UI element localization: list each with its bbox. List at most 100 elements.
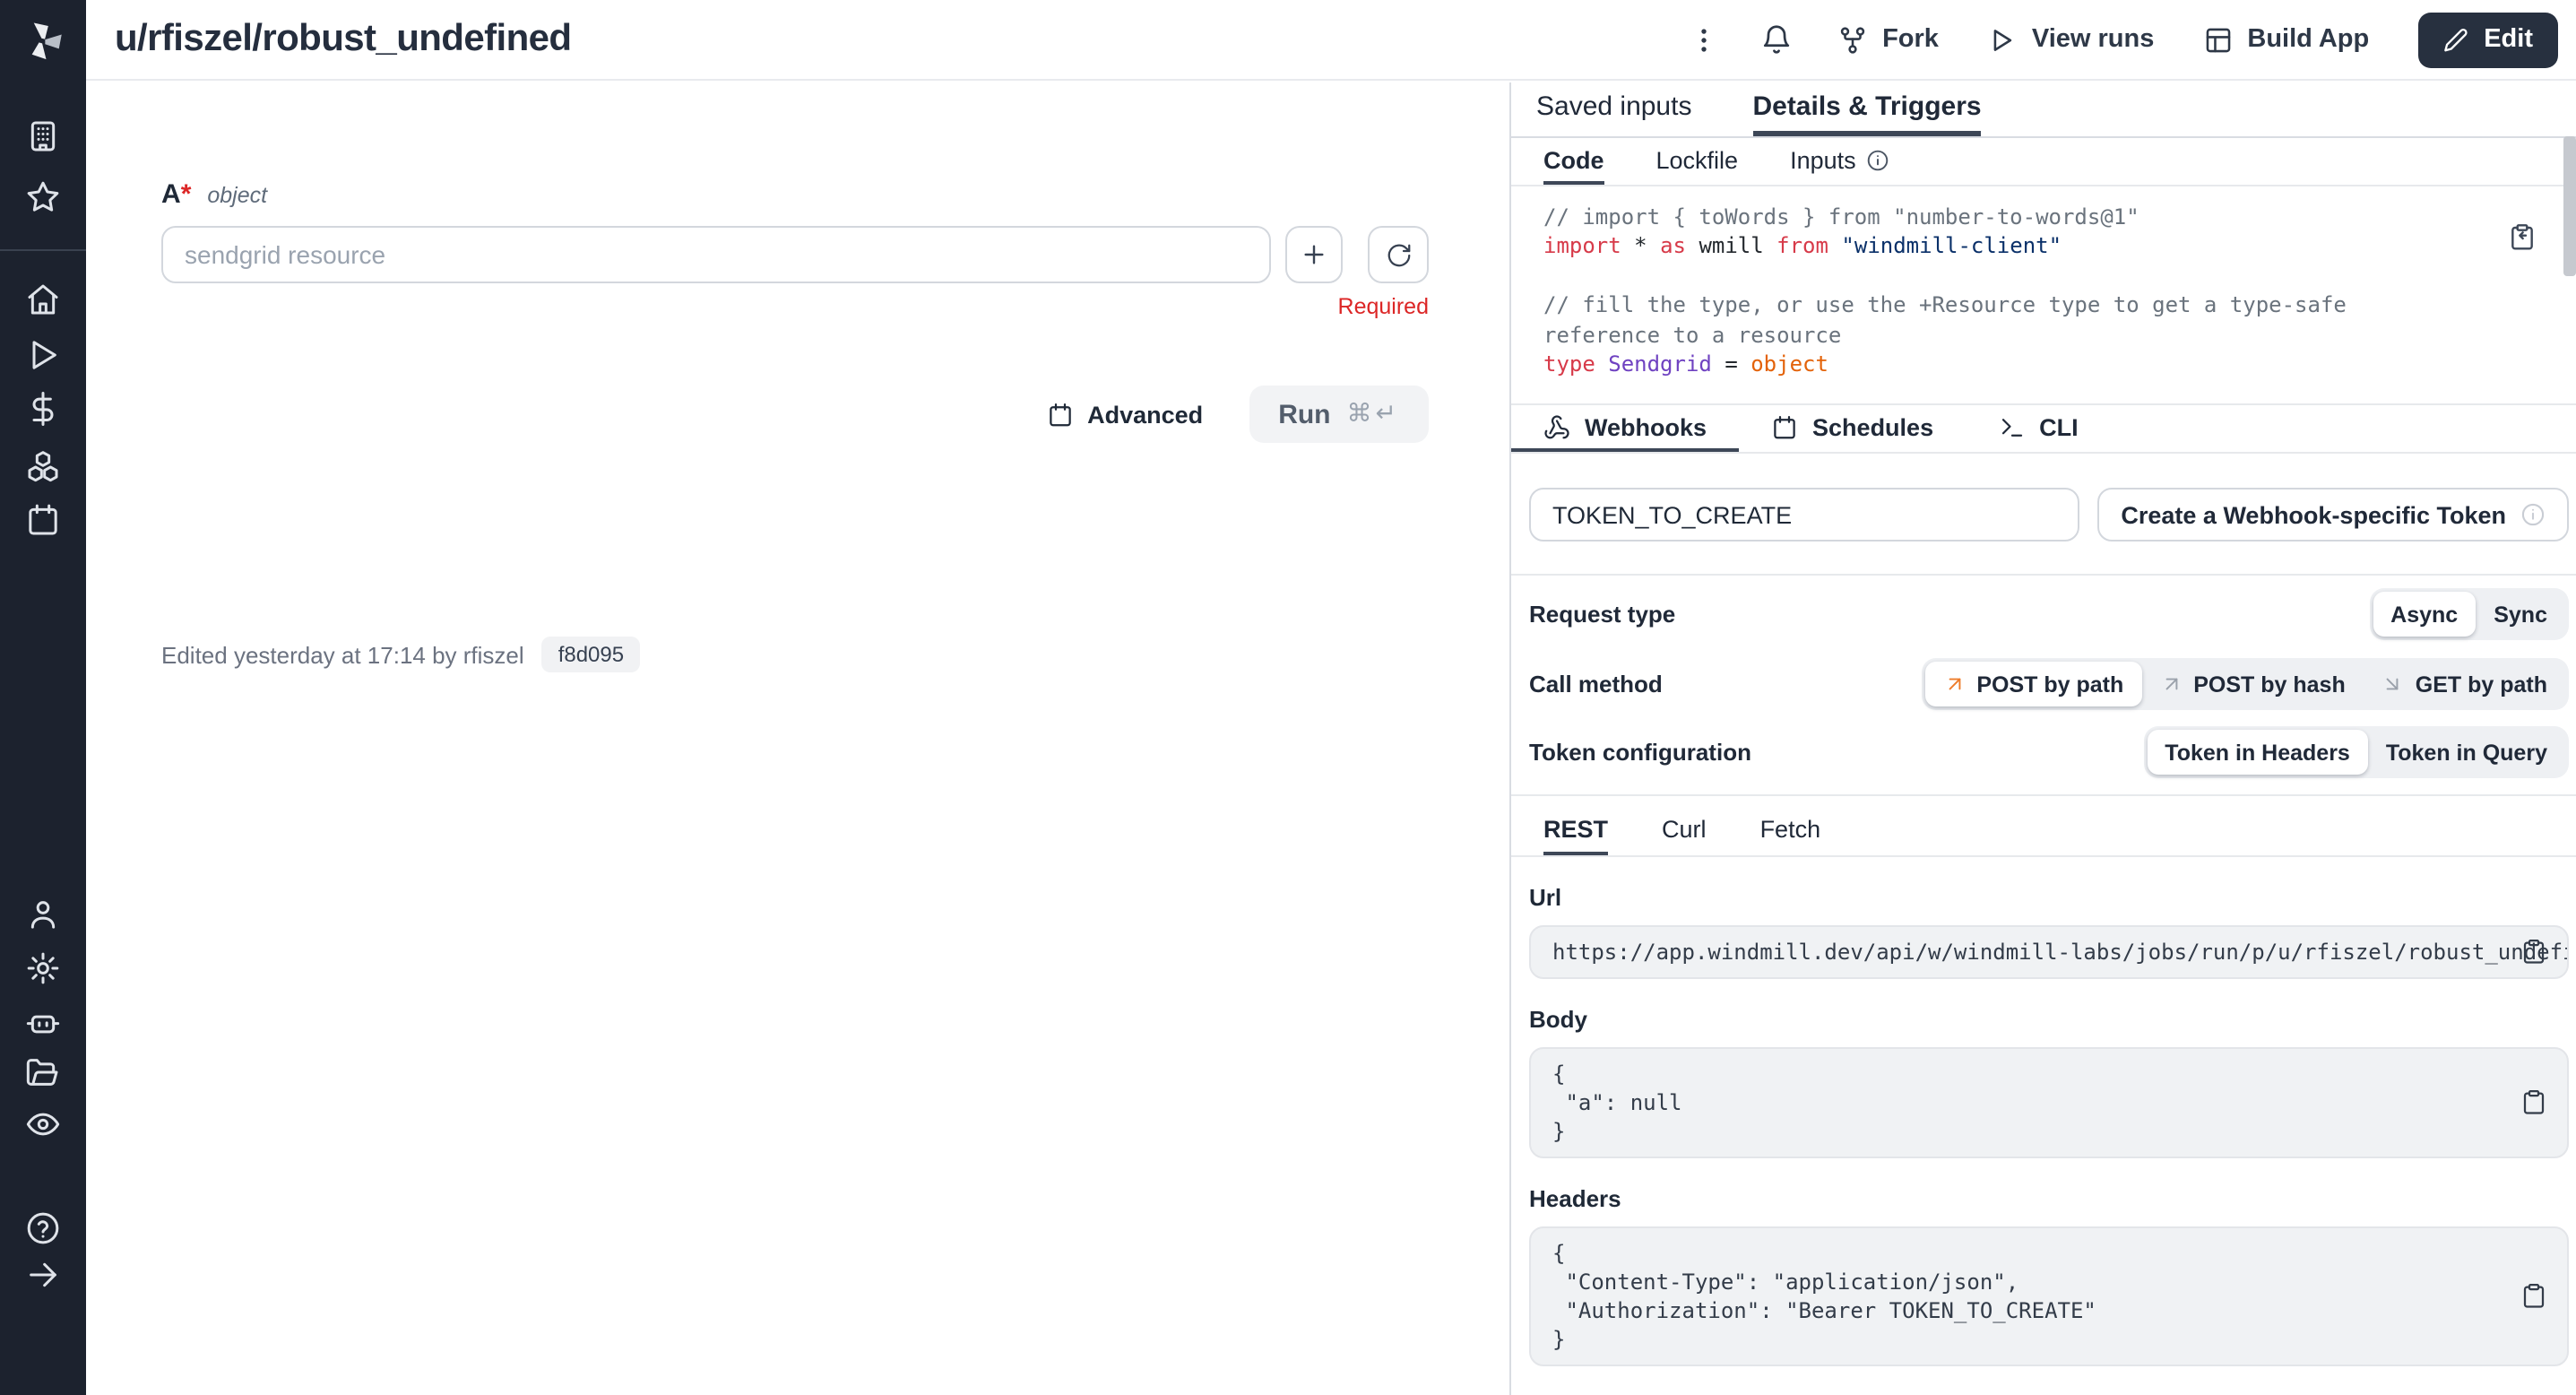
tab-curl[interactable]: Curl <box>1662 817 1707 855</box>
pencil-icon <box>2442 27 2468 52</box>
add-resource-button[interactable] <box>1285 226 1343 283</box>
build-app-label: Build App <box>2247 25 2369 54</box>
call-method-row: Call method POST by path POST by hash GE… <box>1511 658 2576 710</box>
run-form-panel: A* object Required Advanced Run <box>86 82 1509 1395</box>
token-config-label: Token configuration <box>1529 739 1751 766</box>
variables-dollar-icon[interactable] <box>25 391 61 427</box>
body-label: Body <box>1529 1006 2576 1035</box>
tab-webhooks[interactable]: Webhooks <box>1511 405 1739 452</box>
arrow-up-right-icon <box>1942 672 1966 696</box>
run-button[interactable]: Run ⌘↵ <box>1249 386 1429 443</box>
details-panel: Saved inputs Details & Triggers Code Loc… <box>1509 82 2576 1395</box>
tab-saved-inputs[interactable]: Saved inputs <box>1536 82 1691 136</box>
help-icon[interactable] <box>25 1210 61 1246</box>
webhook-url-box: https://app.windmill.dev/api/w/windmill-… <box>1529 925 2569 979</box>
clipboard-icon <box>2520 938 2547 965</box>
fork-label: Fork <box>1882 25 1939 54</box>
clipboard-icon <box>2520 1088 2547 1115</box>
notifications-bell-icon[interactable] <box>1753 16 1800 63</box>
header-actions: Fork View runs Build App Edit <box>1680 12 2558 67</box>
advanced-label: Advanced <box>1087 401 1203 428</box>
favorites-star-icon[interactable] <box>25 179 61 215</box>
code-line: // fill the type, or use the +Resource t… <box>1543 292 2359 347</box>
edit-button[interactable]: Edit <box>2417 12 2558 67</box>
folders-icon[interactable] <box>25 1054 61 1090</box>
app-window: u/rfiszel/robust_undefined Fork View run… <box>0 0 2576 1395</box>
option-async[interactable]: Async <box>2373 592 2476 637</box>
kebab-menu-button[interactable] <box>1680 16 1726 63</box>
code-line: // import { toWords } from "number-to-wo… <box>1543 204 2139 230</box>
field-name: A <box>161 179 181 210</box>
audit-eye-icon[interactable] <box>25 1106 61 1142</box>
schedules-calendar-icon[interactable] <box>25 502 61 538</box>
sidebar-divider <box>0 249 86 251</box>
calendar-icon <box>1046 401 1073 428</box>
request-body-box: { "a": null } <box>1529 1047 2569 1158</box>
refresh-button[interactable] <box>1368 226 1429 283</box>
code-line-blank <box>1543 262 2415 291</box>
panel-tabs: Saved inputs Details & Triggers <box>1511 82 2576 138</box>
option-post-by-path[interactable]: POST by path <box>1924 662 2141 706</box>
code-preview: // import { toWords } from "number-to-wo… <box>1511 186 2576 405</box>
request-type-row: Request type Async Sync <box>1511 588 2576 640</box>
create-token-button[interactable]: Create a Webhook-specific Token <box>2097 488 2569 542</box>
resources-boxes-icon[interactable] <box>25 448 61 484</box>
scrollbar-thumb[interactable] <box>2563 136 2576 276</box>
view-runs-button[interactable]: View runs <box>1976 17 2165 62</box>
tab-details-triggers[interactable]: Details & Triggers <box>1752 82 1981 136</box>
tab-cli[interactable]: CLI <box>1966 405 2111 452</box>
top-bar: u/rfiszel/robust_undefined Fork View run… <box>86 0 2576 81</box>
collapse-arrow-icon[interactable] <box>25 1257 61 1293</box>
edited-text: Edited yesterday at 17:14 by rfiszel <box>161 641 524 668</box>
run-shortcut: ⌘↵ <box>1347 400 1400 429</box>
option-get-by-path[interactable]: GET by path <box>2364 662 2565 706</box>
fork-icon <box>1837 24 1868 55</box>
webhook-token-input[interactable] <box>1529 488 2079 542</box>
info-icon <box>1867 148 1890 171</box>
copy-url-button[interactable] <box>2520 938 2547 965</box>
sidebar <box>0 0 86 1395</box>
option-token-in-query[interactable]: Token in Query <box>2368 730 2565 775</box>
settings-gear-icon[interactable] <box>25 950 61 986</box>
calendar-icon <box>1771 413 1798 440</box>
info-icon <box>2520 502 2546 527</box>
call-method-toggle: POST by path POST by hash GET by path <box>1921 658 2569 710</box>
option-token-in-headers[interactable]: Token in Headers <box>2147 730 2368 775</box>
trigger-tabs: Webhooks Schedules CLI <box>1511 405 2576 454</box>
copy-code-button[interactable] <box>2508 222 2537 251</box>
field-label: A* object <box>161 179 1429 212</box>
code-line: import * as wmill from "windmill-client" <box>1543 232 2415 262</box>
webhook-icon <box>1543 413 1570 440</box>
tab-schedules[interactable]: Schedules <box>1739 405 1966 452</box>
request-type-toggle: Async Sync <box>2369 588 2569 640</box>
clipboard-icon <box>2520 1282 2547 1309</box>
play-icon <box>1987 24 2018 55</box>
fork-button[interactable]: Fork <box>1827 17 1949 62</box>
workspace-icon[interactable] <box>25 118 61 154</box>
build-app-button[interactable]: Build App <box>2191 17 2380 62</box>
version-hash-badge[interactable]: f8d095 <box>542 637 640 672</box>
home-icon[interactable] <box>25 282 61 317</box>
clipboard-copy-icon <box>2508 222 2537 251</box>
request-type-label: Request type <box>1529 601 1675 628</box>
copy-body-button[interactable] <box>2520 1088 2547 1115</box>
advanced-button[interactable]: Advanced <box>1046 401 1203 428</box>
resource-input[interactable] <box>161 226 1271 283</box>
runs-play-icon[interactable] <box>25 337 61 373</box>
plus-icon <box>1300 240 1328 269</box>
option-post-by-hash[interactable]: POST by hash <box>2141 662 2364 706</box>
tab-rest[interactable]: REST <box>1543 817 1608 855</box>
users-person-icon[interactable] <box>25 897 61 932</box>
required-asterisk: * <box>181 179 192 210</box>
option-sync[interactable]: Sync <box>2476 592 2565 637</box>
tab-lockfile[interactable]: Lockfile <box>1656 138 1739 185</box>
workers-robot-icon[interactable] <box>25 1004 61 1040</box>
refresh-icon <box>1385 241 1412 268</box>
tab-inputs[interactable]: Inputs <box>1790 138 1890 185</box>
copy-headers-button[interactable] <box>2520 1282 2547 1309</box>
tab-fetch[interactable]: Fetch <box>1760 817 1821 855</box>
token-config-toggle: Token in Headers Token in Query <box>2143 726 2569 778</box>
windmill-logo[interactable] <box>18 16 68 66</box>
layout-icon <box>2202 24 2233 55</box>
tab-code[interactable]: Code <box>1543 138 1604 185</box>
